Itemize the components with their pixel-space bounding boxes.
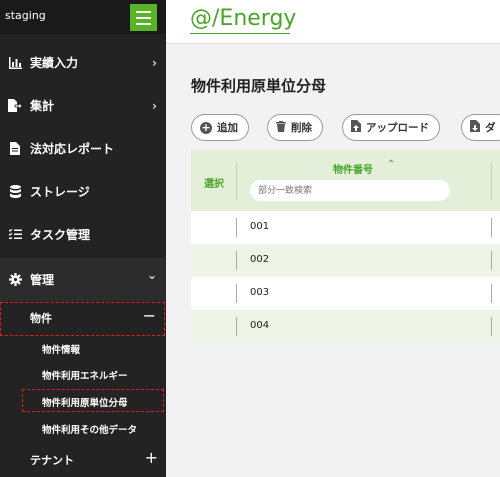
column-separator <box>236 317 237 336</box>
menu-icon-line <box>136 10 151 13</box>
highlight-box <box>0 302 165 336</box>
app-logo: @/Energy <box>190 6 297 31</box>
bar-chart-icon <box>8 56 22 70</box>
sidebar-item-legal-report[interactable]: 法対応レポート <box>0 127 166 170</box>
column-separator <box>236 162 237 200</box>
trash-icon <box>276 120 286 135</box>
menu-icon-line <box>136 16 151 19</box>
column-separator <box>491 284 492 303</box>
sidebar-subitem-property-energy[interactable]: 物件利用エネルギー <box>42 368 128 382</box>
sidebar-item-label: テナント <box>30 454 74 467</box>
sidebar-item-tenant[interactable]: テナント + <box>0 447 166 471</box>
table-row[interactable]: 001 <box>191 211 500 244</box>
sidebar-subitem-property-info[interactable]: 物件情報 <box>42 342 80 356</box>
delete-button-label: 削除 <box>291 122 312 134</box>
property-number-cell: 003 <box>250 287 270 298</box>
download-button[interactable]: ダ <box>461 114 500 141</box>
sidebar-item-admin[interactable]: 管理 ⌄ <box>0 258 166 301</box>
sidebar-subitem-property-other-data[interactable]: 物件利用その他データ <box>42 422 137 436</box>
table-row[interactable]: 003 <box>191 277 500 310</box>
environment-label: staging <box>5 9 46 22</box>
gear-icon <box>8 273 22 287</box>
menu-icon-line <box>136 22 151 25</box>
sidebar-item-label: タスク管理 <box>30 228 91 242</box>
property-number-filter-input[interactable] <box>250 180 450 201</box>
table-row[interactable]: 002 <box>191 244 500 277</box>
task-list-icon <box>8 228 22 242</box>
add-button-label: 追加 <box>217 122 238 134</box>
sidebar-item-label: 集計 <box>30 99 55 113</box>
highlight-box <box>22 389 164 412</box>
sort-ascending-icon[interactable]: ⌃ <box>387 159 395 170</box>
plus-circle-icon: + <box>200 121 212 134</box>
column-separator <box>236 251 237 270</box>
download-button-label: ダ <box>485 122 496 134</box>
column-separator <box>491 218 492 237</box>
hamburger-menu-button[interactable] <box>130 4 157 31</box>
sidebar-item-label: 法対応レポート <box>30 142 115 156</box>
sidebar-item-task-management[interactable]: タスク管理 <box>0 213 166 256</box>
column-header-select: 選択 <box>204 179 224 190</box>
table-header: 選択 物件番号 ⌃ <box>191 150 500 211</box>
file-upload-icon <box>351 120 361 135</box>
upload-button[interactable]: アップロード <box>342 114 440 141</box>
property-number-cell: 004 <box>250 320 270 331</box>
sidebar-item-label: ストレージ <box>30 185 90 199</box>
column-separator <box>491 317 492 336</box>
expand-icon: + <box>144 448 158 467</box>
property-number-cell: 001 <box>250 221 270 232</box>
document-icon <box>8 142 22 156</box>
database-icon <box>8 185 22 199</box>
sidebar-item-label: 管理 <box>30 273 55 287</box>
logo-underline <box>190 33 290 34</box>
sidebar-item-storage[interactable]: ストレージ <box>0 170 166 213</box>
sidebar-item-aggregate[interactable]: 集計 › <box>0 84 166 127</box>
file-export-icon <box>8 99 22 113</box>
column-separator <box>236 218 237 237</box>
chevron-down-icon: ⌄ <box>146 268 157 282</box>
column-header-property-number[interactable]: 物件番号 <box>333 161 373 176</box>
column-separator <box>491 162 492 200</box>
column-separator <box>491 251 492 270</box>
page-title: 物件利用原単位分母 <box>191 77 327 95</box>
delete-button[interactable]: 削除 <box>267 114 323 141</box>
chevron-right-icon: › <box>152 98 157 113</box>
file-download-icon <box>470 120 480 135</box>
chevron-right-icon: › <box>152 55 157 70</box>
data-table: 選択 物件番号 ⌃ 001 002 003 004 <box>191 150 500 343</box>
upload-button-label: アップロード <box>366 122 429 134</box>
sidebar-item-actual-input[interactable]: 実績入力 › <box>0 41 166 84</box>
sidebar: staging 実績入力 › 集計 › 法対応レポート ストレージ タスク管理 … <box>0 0 166 477</box>
property-number-cell: 002 <box>250 254 270 265</box>
table-row[interactable]: 004 <box>191 310 500 343</box>
column-separator <box>236 284 237 303</box>
sidebar-item-label: 実績入力 <box>30 56 79 70</box>
add-button[interactable]: + 追加 <box>191 114 249 141</box>
